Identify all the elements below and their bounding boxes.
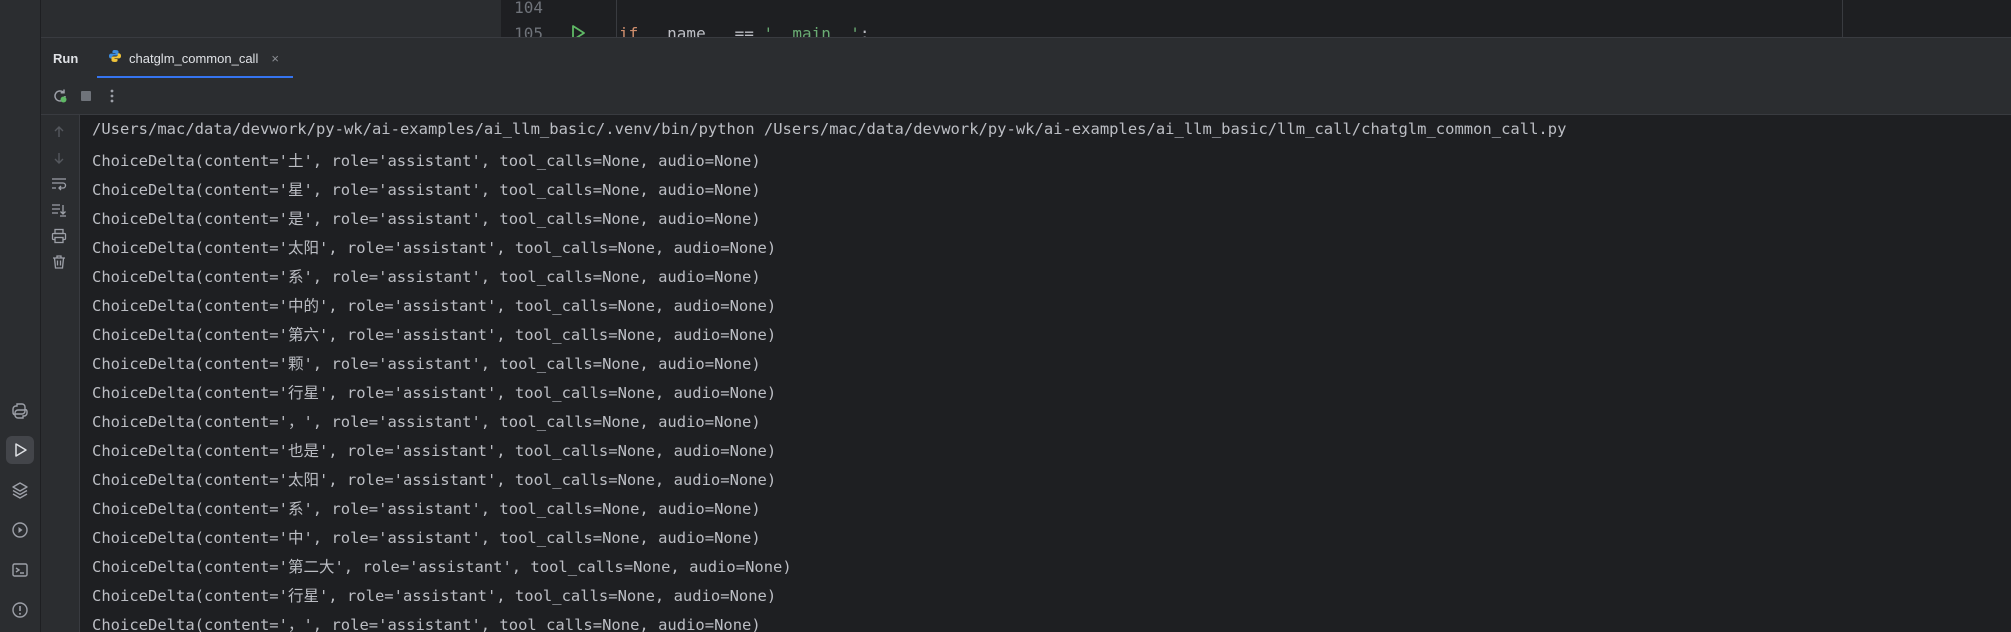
clear-all-icon[interactable] [50, 253, 68, 271]
run-icon[interactable] [6, 436, 34, 464]
tab-chatglm-common-call[interactable]: chatglm_common_call × [108, 38, 279, 78]
output-line: ChoiceDelta(content='是', role='assistant… [92, 210, 761, 228]
output-line: ChoiceDelta(content='太阳', role='assistan… [92, 239, 777, 257]
output-line: ChoiceDelta(content='，', role='assistant… [92, 413, 761, 431]
console-output[interactable]: /Users/mac/data/devwork/py-wk/ai-example… [80, 115, 2011, 632]
soft-wrap-icon[interactable] [50, 175, 68, 193]
code-string: '__main__' [763, 24, 860, 37]
line-number: 104 [514, 0, 543, 17]
output-line: ChoiceDelta(content='系', role='assistant… [92, 268, 761, 286]
line-number: 105 [514, 24, 543, 37]
output-line: ChoiceDelta(content='中的', role='assistan… [92, 297, 777, 315]
output-line: ChoiceDelta(content='也是', role='assistan… [92, 442, 777, 460]
print-icon[interactable] [50, 227, 68, 245]
run-gutter-icon[interactable] [569, 24, 587, 37]
output-line: ChoiceDelta(content='行星', role='assistan… [92, 384, 777, 402]
run-toolbar [41, 78, 2011, 115]
ide-window: 104 105 if __name__ == '__main__': Run c… [0, 0, 2011, 632]
code-text: __name__ == [638, 24, 764, 37]
code-line: if __name__ == '__main__': [619, 24, 869, 37]
code-keyword: if [619, 24, 639, 37]
problems-icon[interactable] [6, 596, 34, 624]
layers-icon[interactable] [6, 476, 34, 504]
scroll-to-end-icon[interactable] [50, 201, 68, 219]
rerun-icon[interactable] [51, 87, 69, 105]
output-line: ChoiceDelta(content='中', role='assistant… [92, 529, 761, 547]
command-line: /Users/mac/data/devwork/py-wk/ai-example… [92, 120, 1567, 138]
code-text: : [859, 24, 870, 37]
output-line: ChoiceDelta(content='土', role='assistant… [92, 152, 761, 170]
run-tool-window: Run chatglm_common_call × /Users/mac/dat… [41, 37, 2011, 632]
run-tab-bar: Run chatglm_common_call × [41, 38, 2011, 78]
output-line: ChoiceDelta(content='星', role='assistant… [92, 181, 761, 199]
output-line: ChoiceDelta(content='，', role='assistant… [92, 616, 761, 632]
editor-divider [616, 0, 617, 37]
close-icon[interactable]: × [271, 51, 279, 66]
more-options-icon[interactable] [103, 87, 121, 105]
output-line: ChoiceDelta(content='行星', role='assistan… [92, 587, 777, 605]
python-file-icon [108, 49, 122, 68]
python-console-icon[interactable] [6, 397, 34, 425]
output-line: ChoiceDelta(content='颗', role='assistant… [92, 355, 761, 373]
editor-area: 104 105 if __name__ == '__main__': [41, 0, 2011, 37]
tab-title: chatglm_common_call [129, 50, 259, 66]
editor-side-panel [41, 0, 501, 37]
left-tool-strip [0, 0, 41, 632]
output-line: ChoiceDelta(content='系', role='assistant… [92, 500, 761, 518]
editor-right-margin [1842, 0, 1843, 37]
services-icon[interactable] [6, 516, 34, 544]
line-number-gutter: 104 105 [501, 0, 557, 37]
terminal-icon[interactable] [6, 556, 34, 584]
stop-icon[interactable] [77, 87, 95, 105]
output-line: ChoiceDelta(content='第六', role='assistan… [92, 326, 777, 344]
scroll-down-icon[interactable] [50, 149, 68, 167]
run-window-title: Run [53, 51, 79, 66]
output-line: ChoiceDelta(content='太阳', role='assistan… [92, 471, 777, 489]
scroll-up-icon[interactable] [50, 123, 68, 141]
console-side-toolbar [41, 115, 80, 632]
output-line: ChoiceDelta(content='第二大', role='assista… [92, 558, 792, 576]
